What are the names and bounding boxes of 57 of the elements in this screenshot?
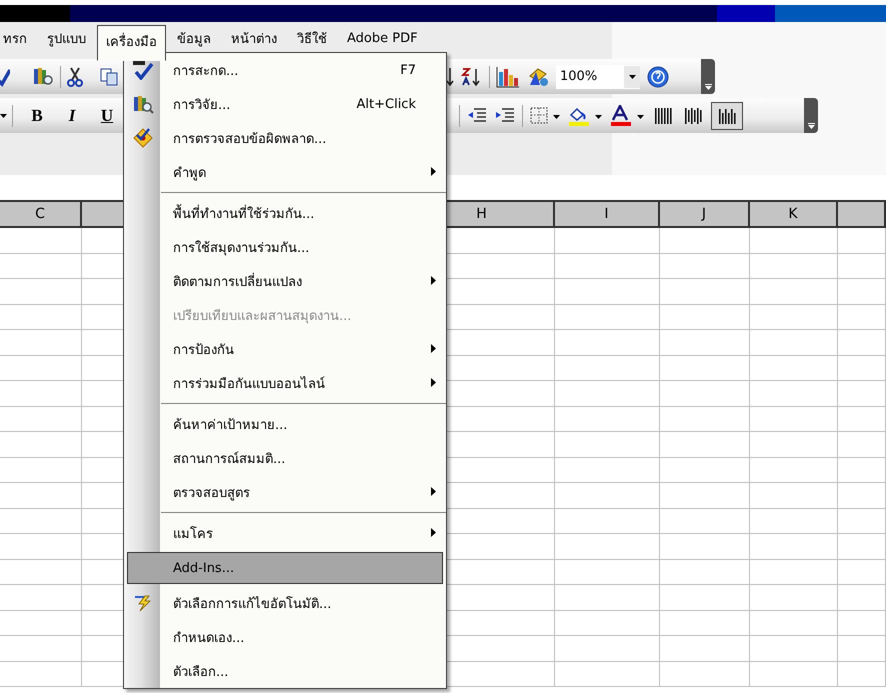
submenu-arrow-icon	[431, 487, 436, 496]
bar-chart-icon[interactable]	[496, 66, 520, 88]
diamond-check-icon	[132, 127, 154, 149]
menu-item[interactable]: การป้องกัน	[124, 332, 446, 366]
vertical-bars-icon	[717, 106, 737, 124]
menu-item[interactable]: ติดตามการเปลี่ยนแปลง	[124, 264, 446, 298]
format-button[interactable]: U	[96, 104, 118, 128]
submenu-arrow-icon	[431, 378, 436, 387]
menu-item[interactable]: คำพูด	[124, 155, 446, 189]
menu-item[interactable]: การตรวจสอบข้อผิดพลาด...	[124, 121, 446, 155]
menu-item[interactable]: ค้นหาค่าเป้าหมาย...	[124, 407, 446, 441]
column-header[interactable]	[838, 202, 886, 226]
menu-item[interactable]: กำหนดเอง...	[124, 620, 446, 654]
vertical-bars-icon	[653, 106, 673, 124]
column-header[interactable]: K	[750, 202, 838, 226]
toolbar-options-button[interactable]	[804, 98, 818, 133]
vertical-bars-icon	[683, 106, 703, 124]
submenu-arrow-icon	[431, 167, 436, 176]
spelling-check-icon	[132, 60, 154, 80]
menu-bar-item[interactable]: ทรก	[0, 24, 36, 53]
menu-bar-item[interactable]: ข้อมูล	[168, 24, 220, 53]
submenu-arrow-icon	[431, 344, 436, 353]
menu-bar-item[interactable]: รูปแบบ	[38, 24, 95, 53]
toolbar-options-button[interactable]	[701, 59, 715, 94]
toolbar-options-icon	[704, 84, 712, 90]
font-color-icon[interactable]	[609, 104, 645, 126]
menu-item[interactable]: ตัวเลือกการแก้ไขอัตโนมัติ...	[124, 586, 446, 620]
dropdown-arrow-icon	[628, 74, 636, 78]
lightning-icon	[132, 594, 152, 612]
zoom-combobox[interactable]: 100%	[556, 64, 640, 88]
menu-bar-item[interactable]: เครื่องมือ	[97, 24, 166, 60]
format-button[interactable]: I	[61, 104, 83, 128]
submenu-arrow-icon	[431, 528, 436, 537]
menu-bar-item[interactable]: Adobe PDF	[338, 27, 427, 50]
menu-item[interactable]: Add-Ins...	[127, 552, 443, 584]
column-header[interactable]: I	[555, 202, 660, 226]
column-header[interactable]: C	[0, 202, 82, 226]
menu-item[interactable]: การวิจัย... Alt+Click	[124, 87, 446, 121]
borders-icon[interactable]	[529, 104, 561, 126]
menu-bar-item[interactable]: วิธีใช้	[288, 24, 336, 53]
menu-item[interactable]: การใช้สมุดงานร่วมกัน...	[124, 230, 446, 264]
bars-toggle-button[interactable]	[711, 102, 743, 130]
menu-item[interactable]: ตรวจสอบสูตร	[124, 475, 446, 509]
menu-bar-item[interactable]: หน้าต่าง	[222, 24, 286, 53]
menu-item[interactable]: สถานการณ์สมมติ...	[124, 441, 446, 475]
scissors-icon[interactable]	[65, 66, 85, 88]
copy-icon[interactable]	[99, 66, 119, 88]
menu-item[interactable]: แมโคร	[124, 516, 446, 550]
menu-item[interactable]: ตัวเลือก...	[124, 654, 446, 688]
toolbar-options-icon	[808, 123, 814, 129]
submenu-arrow-icon	[431, 276, 436, 285]
format-button[interactable]: B	[26, 104, 48, 128]
books-magnifier-icon	[132, 94, 154, 114]
menu-item[interactable]: การร่วมมือกันแบบออนไลน์	[124, 366, 446, 400]
down-arrow-icon[interactable]	[447, 66, 455, 88]
column-header[interactable]: J	[660, 202, 750, 226]
help-icon[interactable]	[646, 66, 670, 88]
